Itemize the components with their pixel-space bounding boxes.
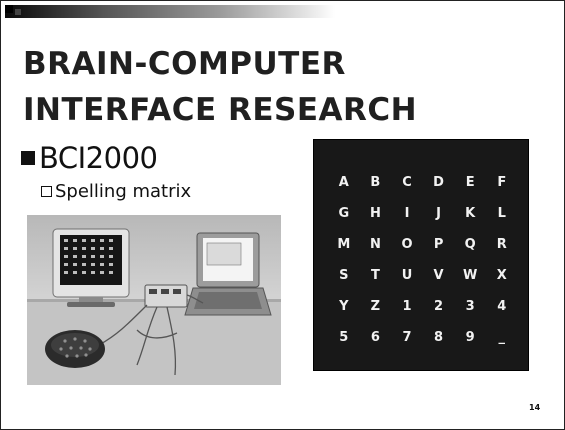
- square-bullet-icon: [21, 151, 35, 165]
- laptop: [184, 232, 272, 316]
- decorative-square-icon: [15, 9, 21, 15]
- amplifier-box: [144, 284, 188, 308]
- matrix-cell: Y: [339, 299, 349, 314]
- eeg-cap: [45, 330, 105, 368]
- slide: BRAIN-COMPUTER INTERFACE RESEARCH BCI200…: [0, 0, 565, 430]
- matrix-cell: G: [338, 206, 350, 221]
- matrix-cell: 1: [402, 299, 412, 314]
- hollow-square-bullet-icon: [41, 186, 52, 197]
- matrix-cell: X: [496, 268, 507, 283]
- matrix-cell: 8: [434, 330, 444, 345]
- matrix-cell: H: [369, 206, 381, 221]
- matrix-cell: 7: [402, 330, 412, 345]
- spelling-matrix-grid: A B C D E F G H I J K L M N O P Q R S T U V W X Y Z 1 2 3 4 5 6 7 8 9 _: [328, 167, 518, 353]
- matrix-cell: N: [369, 237, 381, 252]
- title-line-1: BRAIN-COMPUTER: [23, 46, 346, 82]
- bullet-text: BCI2000: [39, 141, 158, 175]
- matrix-cell: T: [370, 268, 380, 283]
- matrix-cell: C: [402, 175, 412, 190]
- matrix-cell: R: [496, 237, 507, 252]
- matrix-cell: 9: [465, 330, 475, 345]
- spelling-matrix: A B C D E F G H I J K L M N O P Q R S T U V W X Y Z 1 2 3 4 5 6 7 8 9 _: [313, 139, 529, 371]
- matrix-cell: 6: [370, 330, 380, 345]
- matrix-cell: _: [498, 330, 506, 345]
- matrix-cell: E: [465, 175, 475, 190]
- bullet-item: BCI2000: [21, 141, 158, 175]
- matrix-cell: O: [401, 237, 413, 252]
- matrix-cell: 2: [434, 299, 444, 314]
- matrix-cell: F: [497, 175, 507, 190]
- matrix-cell: D: [433, 175, 444, 190]
- sub-bullet-item: Spelling matrix: [41, 181, 191, 202]
- matrix-cell: 3: [465, 299, 475, 314]
- bci-equipment-photo: [27, 215, 281, 385]
- matrix-cell: K: [465, 206, 476, 221]
- decorative-gradient-bar: [5, 5, 335, 18]
- bci-setup-illustration: [27, 228, 281, 385]
- slide-title: BRAIN-COMPUTER INTERFACE RESEARCH: [23, 41, 417, 133]
- matrix-cell: A: [338, 175, 349, 190]
- matrix-cell: I: [404, 206, 410, 221]
- matrix-cell: B: [370, 175, 381, 190]
- matrix-cell: M: [337, 237, 351, 252]
- matrix-cell: J: [436, 206, 441, 221]
- matrix-cell: S: [339, 268, 349, 283]
- sub-bullet-text: Spelling matrix: [55, 181, 192, 202]
- matrix-cell: L: [497, 206, 506, 221]
- matrix-cell: Z: [370, 299, 381, 314]
- page-number: 14: [529, 403, 541, 412]
- matrix-cell: Q: [464, 237, 476, 252]
- matrix-cell: U: [401, 268, 413, 283]
- title-line-2: INTERFACE RESEARCH: [23, 92, 418, 128]
- decorative-square-icon: [5, 5, 13, 13]
- matrix-cell: 5: [339, 330, 349, 345]
- monitor: [52, 228, 130, 307]
- matrix-cell: 4: [497, 299, 507, 314]
- matrix-cell: W: [463, 268, 478, 283]
- matrix-cell: V: [433, 268, 444, 283]
- matrix-cell: P: [433, 237, 444, 252]
